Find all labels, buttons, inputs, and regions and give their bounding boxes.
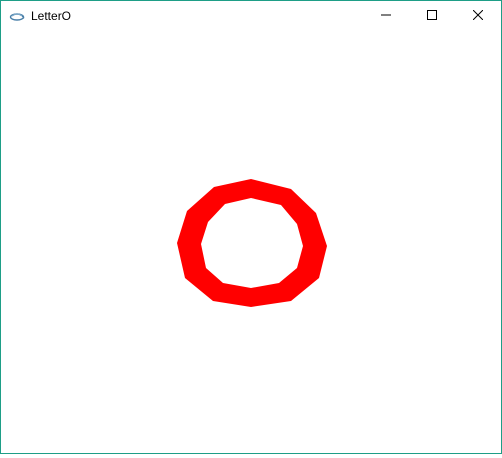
canvas-svg <box>177 179 327 307</box>
maximize-button[interactable] <box>409 1 455 31</box>
minimize-icon <box>381 7 391 25</box>
close-icon <box>472 7 484 25</box>
java-cup-icon <box>9 9 25 21</box>
maximize-icon <box>427 7 437 25</box>
minimize-button[interactable] <box>363 1 409 31</box>
drawing-canvas <box>1 31 501 453</box>
window-title: LetterO <box>31 9 72 23</box>
letter-o-ring <box>177 179 327 307</box>
close-button[interactable] <box>455 1 501 31</box>
title-bar[interactable]: LetterO <box>1 1 501 31</box>
app-window: LetterO <box>0 0 502 454</box>
